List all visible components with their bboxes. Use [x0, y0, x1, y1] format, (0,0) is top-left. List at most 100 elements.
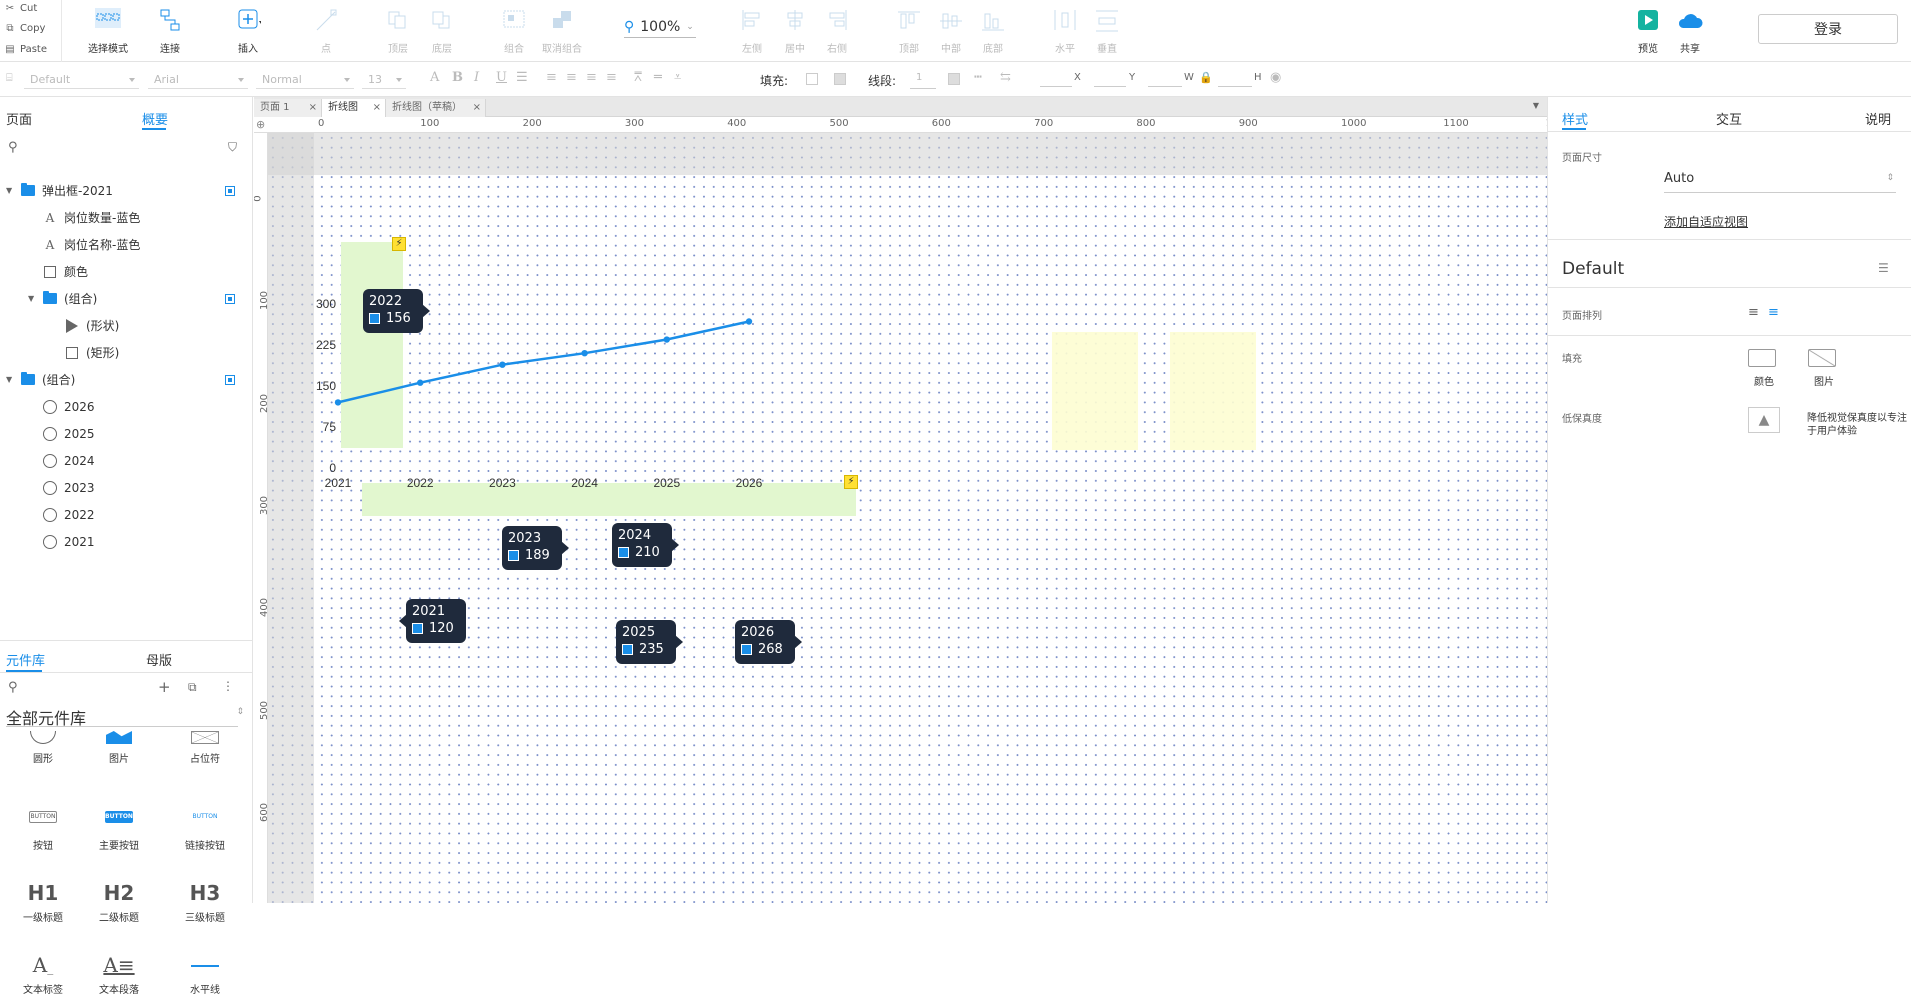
- login-button[interactable]: 登录: [1758, 14, 1898, 44]
- add-adaptive-view-link[interactable]: 添加自适应视图: [1664, 213, 1748, 230]
- text-justify-icon[interactable]: ≡: [606, 70, 617, 85]
- distribute-vertical-button[interactable]: 垂直: [1077, 8, 1137, 55]
- paste-button[interactable]: ▤ Paste: [5, 41, 47, 59]
- align-bottom-button[interactable]: 底部: [963, 8, 1023, 55]
- fill-color-swatch[interactable]: [806, 73, 818, 85]
- outline-item[interactable]: ▼ (组合): [0, 285, 253, 312]
- copy-library-icon[interactable]: ⧉: [188, 680, 197, 695]
- data-point[interactable]: [663, 336, 670, 343]
- tooltip-2022[interactable]: 2022 156: [363, 289, 430, 333]
- widget-placeholder[interactable]: 占位符: [162, 731, 248, 765]
- text-align-center-icon[interactable]: ≡: [566, 70, 577, 85]
- widget-primary-button[interactable]: BUTTON 主要按钮: [76, 811, 162, 852]
- expand-caret-icon[interactable]: ▼: [6, 375, 14, 384]
- library-select[interactable]: 全部元件库 ⇕: [6, 705, 244, 728]
- outline-item[interactable]: 2026: [0, 393, 253, 420]
- expand-caret-icon[interactable]: ▼: [28, 294, 36, 303]
- italic-icon[interactable]: I: [474, 70, 479, 85]
- yellow-placeholder-box[interactable]: [1170, 332, 1256, 450]
- expand-caret-icon[interactable]: ▼: [6, 186, 14, 195]
- widget-text-label[interactable]: A_ 文本标签: [0, 953, 86, 996]
- visibility-toggle-icon[interactable]: [225, 374, 235, 385]
- text-color-icon[interactable]: A: [430, 70, 439, 85]
- outline-item[interactable]: 2022: [0, 501, 253, 528]
- fill-image-button[interactable]: [1808, 349, 1836, 367]
- outline-item[interactable]: (矩形): [0, 339, 253, 366]
- data-point[interactable]: [334, 399, 342, 406]
- outline-item[interactable]: A 岗位数量-蓝色: [0, 204, 253, 231]
- data-point[interactable]: [499, 361, 506, 368]
- tooltip-2026[interactable]: 2026 268: [735, 620, 802, 664]
- tab-interaction[interactable]: 交互: [1716, 109, 1742, 128]
- tooltip-2024[interactable]: 2024 210: [612, 523, 679, 567]
- line-width-input[interactable]: 1: [916, 72, 922, 83]
- outline-item[interactable]: 2023: [0, 474, 253, 501]
- underline-icon[interactable]: U: [496, 70, 507, 85]
- tab-style[interactable]: 样式: [1562, 109, 1588, 128]
- data-point[interactable]: [581, 350, 588, 357]
- font-size-select[interactable]: 13: [362, 70, 406, 89]
- outline-item[interactable]: 2025: [0, 420, 253, 447]
- align-page-left-icon[interactable]: ≡: [1748, 305, 1759, 320]
- outline-item[interactable]: ▼ 弹出框-2021: [0, 177, 253, 204]
- close-icon[interactable]: ×: [309, 99, 317, 117]
- add-library-icon[interactable]: +: [158, 678, 171, 696]
- tab-notes[interactable]: 说明: [1865, 109, 1891, 128]
- tabs-dropdown-icon[interactable]: ▼: [1533, 101, 1539, 110]
- tab-line-chart[interactable]: 折线图 ×: [322, 99, 386, 117]
- insert-button[interactable]: 插入: [218, 8, 278, 55]
- y-input-label[interactable]: Y: [1129, 72, 1135, 83]
- visibility-toggle-icon[interactable]: [225, 185, 235, 196]
- eye-icon[interactable]: ◉: [1270, 70, 1281, 85]
- data-point[interactable]: [417, 379, 424, 386]
- tooltip-2025[interactable]: 2025 235: [616, 620, 683, 664]
- bold-icon[interactable]: B: [452, 70, 463, 85]
- font-weight-select[interactable]: Normal: [256, 70, 354, 89]
- bullet-list-icon[interactable]: ☰: [516, 70, 528, 85]
- valign-middle-icon[interactable]: ═: [654, 70, 662, 85]
- cut-button[interactable]: ✂ Cut: [5, 0, 37, 18]
- align-right-button[interactable]: 右侧: [807, 8, 867, 55]
- style-select[interactable]: Default: [24, 70, 139, 89]
- tab-library[interactable]: 元件库: [6, 650, 45, 669]
- x-input-label[interactable]: X: [1074, 72, 1081, 83]
- ungroup-button[interactable]: 取消组合: [532, 8, 592, 55]
- close-icon[interactable]: ×: [373, 99, 381, 117]
- connect-button[interactable]: 连接: [140, 8, 200, 55]
- tab-line-chart-draft[interactable]: 折线图（苹稿） ×: [386, 99, 486, 117]
- outline-item[interactable]: ▼ (组合): [0, 366, 253, 393]
- widget-text-paragraph[interactable]: A≡ 文本段落: [76, 953, 162, 996]
- outline-item[interactable]: 2024: [0, 447, 253, 474]
- line-style-icon[interactable]: ┅: [974, 70, 982, 85]
- close-icon[interactable]: ×: [473, 99, 481, 117]
- text-align-right-icon[interactable]: ≡: [586, 70, 597, 85]
- zoom-select[interactable]: ⚲ 100% ⌄: [624, 16, 696, 38]
- point-button[interactable]: 点: [296, 8, 356, 55]
- copy-button[interactable]: ⧉ Copy: [5, 20, 45, 38]
- tab-page-1[interactable]: 页面 1 ×: [254, 99, 322, 117]
- more-options-icon[interactable]: ⋮: [222, 679, 234, 693]
- outline-item[interactable]: (形状): [0, 312, 253, 339]
- lock-icon[interactable]: 🔒: [1199, 71, 1213, 84]
- arrow-style-icon[interactable]: ⇆: [1000, 70, 1011, 85]
- widget-link-button[interactable]: BUTTON 链接按钮: [162, 811, 248, 852]
- visibility-toggle-icon[interactable]: [225, 293, 235, 304]
- line-color-swatch[interactable]: [948, 73, 960, 85]
- h-input-label[interactable]: H: [1254, 72, 1262, 83]
- send-bottom-button[interactable]: 底层: [412, 8, 472, 55]
- library-search[interactable]: ⚲ + ⧉ ⋮: [0, 676, 253, 702]
- tab-masters[interactable]: 母版: [146, 650, 172, 669]
- font-family-select[interactable]: Arial: [148, 70, 248, 89]
- outline-item[interactable]: 2021: [0, 528, 253, 555]
- widget-button[interactable]: BUTTON 按钮: [0, 811, 86, 852]
- fill-color-button[interactable]: [1748, 349, 1776, 367]
- yellow-placeholder-box[interactable]: [1052, 332, 1138, 450]
- tooltip-2021[interactable]: 2021 120: [399, 599, 466, 643]
- outline-item[interactable]: A 岗位名称-蓝色: [0, 231, 253, 258]
- fill-shadow-swatch[interactable]: [834, 73, 846, 85]
- valign-top-icon[interactable]: ⩞: [634, 70, 642, 85]
- outline-item[interactable]: 颜色: [0, 258, 253, 285]
- low-fidelity-toggle[interactable]: ▲: [1748, 407, 1780, 433]
- align-page-center-icon[interactable]: ≡: [1768, 305, 1779, 320]
- ruler-origin-icon[interactable]: ⊕: [256, 118, 265, 131]
